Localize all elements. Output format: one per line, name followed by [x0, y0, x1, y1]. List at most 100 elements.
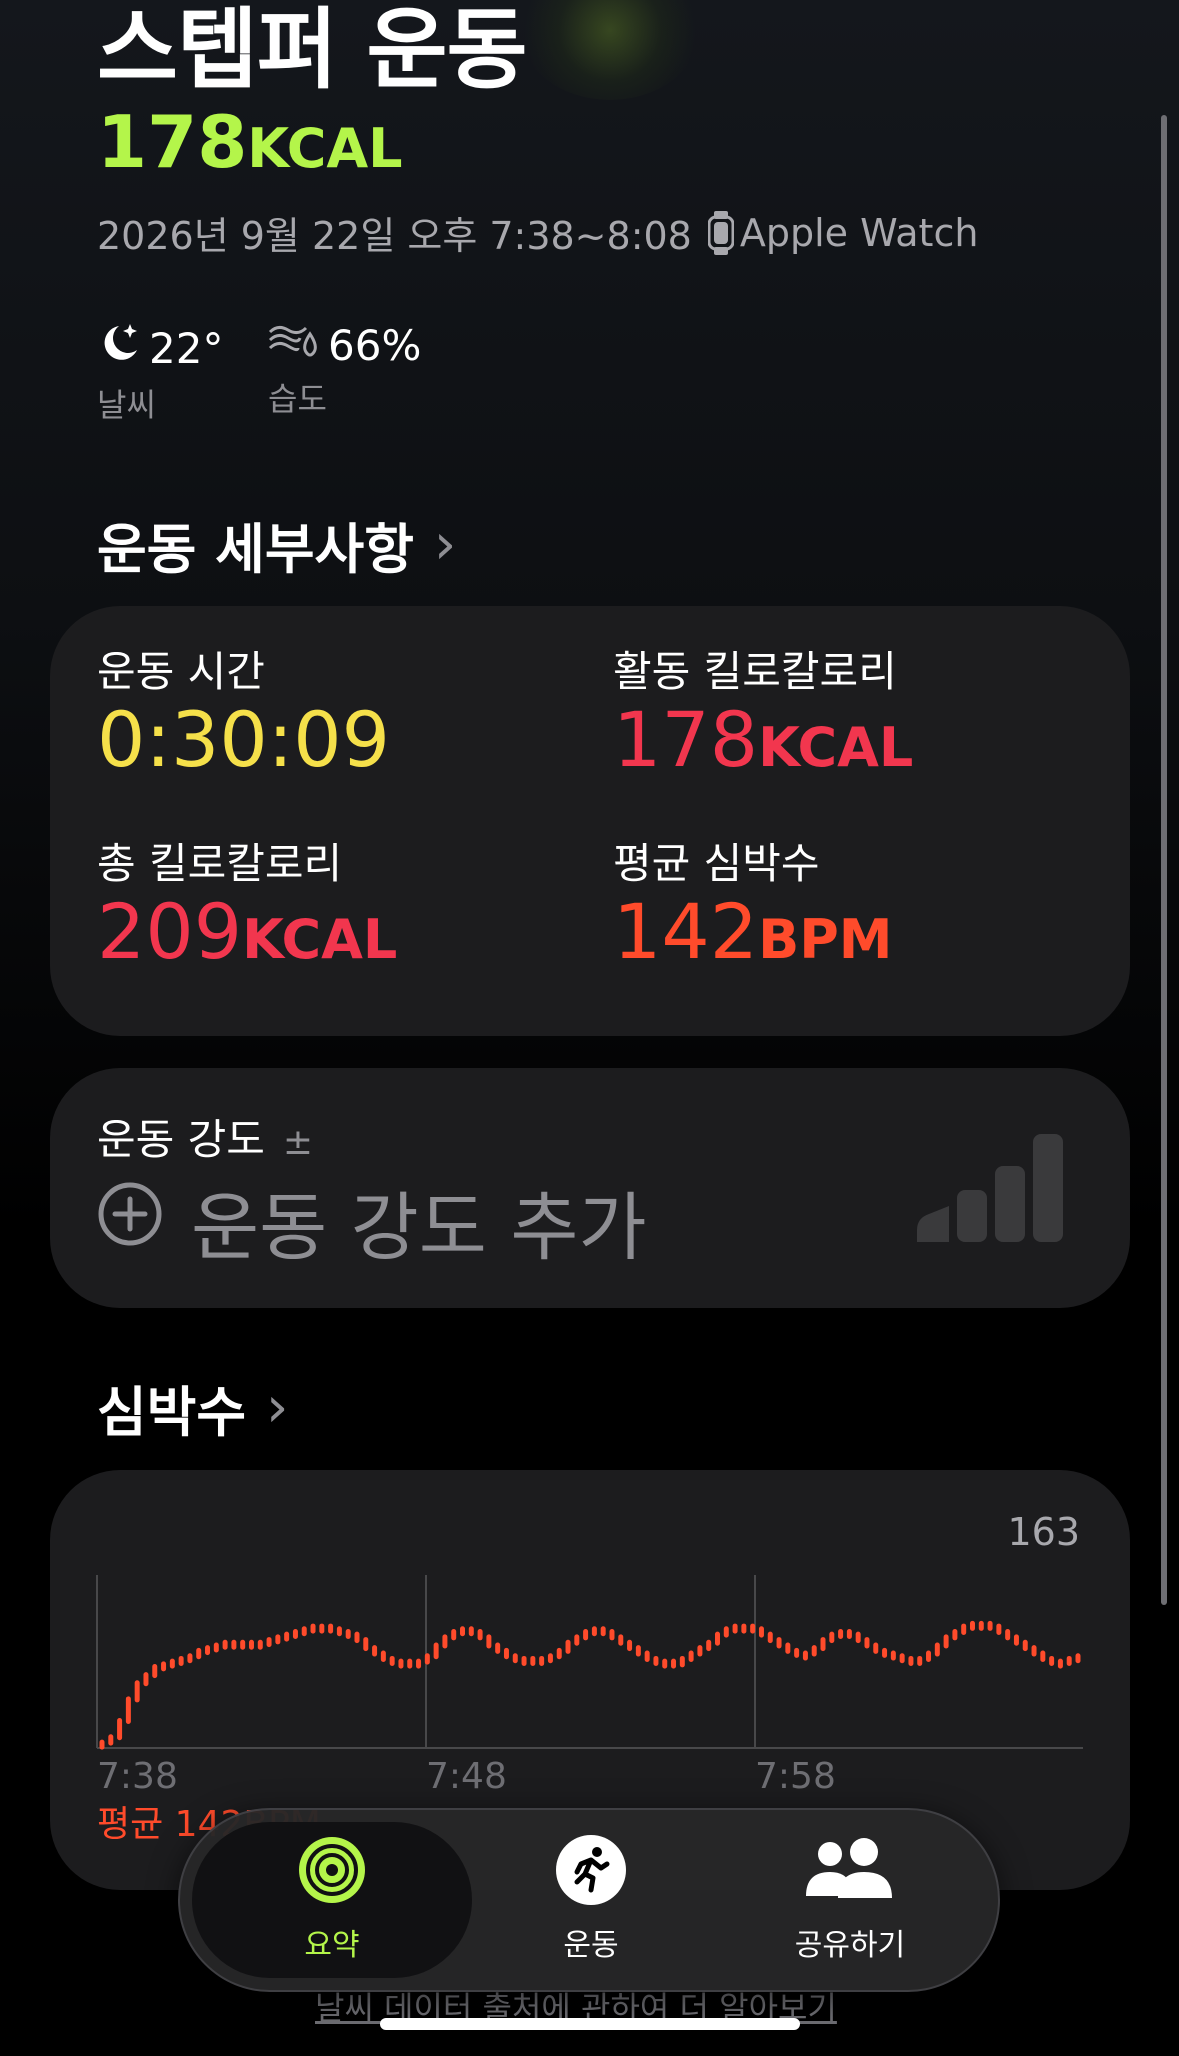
tab-workouts[interactable]: 운동 — [491, 1834, 691, 1964]
hr-data-point — [301, 1626, 307, 1637]
hr-data-point — [187, 1653, 193, 1664]
hr-data-point — [416, 1658, 422, 1669]
hr-data-point — [758, 1626, 764, 1638]
tab-workouts-label: 운동 — [563, 1928, 619, 1963]
hr-data-point — [583, 1628, 589, 1641]
workout-details-title: 운동 세부사항 — [97, 518, 414, 581]
hr-data-point — [574, 1634, 580, 1646]
hr-data-point — [275, 1634, 281, 1645]
metric-value: 0:30:09 — [97, 698, 390, 782]
hr-data-point — [565, 1639, 571, 1654]
hr-data-point — [829, 1631, 835, 1644]
hr-data-point — [407, 1658, 413, 1669]
hr-data-point — [741, 1623, 747, 1634]
hr-data-point — [811, 1645, 817, 1657]
home-indicator[interactable] — [380, 2018, 800, 2030]
hr-data-point — [196, 1647, 202, 1660]
hr-data-point — [882, 1647, 888, 1658]
heart-rate-header[interactable]: 심박수 › — [97, 1368, 288, 1447]
metric-label: 운동 시간 — [97, 647, 265, 696]
metric-number: 178 — [613, 695, 759, 784]
plus-minus-icon: ± — [282, 1122, 314, 1163]
hr-data-point — [873, 1642, 879, 1654]
hr-data-point — [679, 1655, 685, 1668]
hr-data-point — [222, 1639, 228, 1650]
hr-data-point — [635, 1645, 641, 1657]
hr-data-point — [372, 1645, 378, 1657]
hr-data-point — [169, 1658, 175, 1669]
hr-data-point — [662, 1658, 668, 1669]
hr-data-point — [688, 1650, 694, 1662]
hr-data-point — [117, 1718, 123, 1741]
hr-data-point — [1022, 1639, 1028, 1652]
metric-number: 0:30:09 — [97, 695, 390, 784]
hr-data-point — [591, 1626, 597, 1637]
hr-data-point — [609, 1628, 615, 1641]
workout-details-header[interactable]: 운동 세부사항 › — [97, 505, 456, 584]
hr-data-point — [231, 1639, 237, 1650]
weather-humidity-value: 66% — [328, 320, 422, 370]
hr-data-point — [292, 1628, 298, 1639]
hr-data-point — [600, 1626, 606, 1637]
hr-data-point — [161, 1661, 167, 1672]
hr-data-point — [1005, 1628, 1011, 1641]
metric-unit: KCAL — [758, 716, 914, 779]
scrollbar[interactable] — [1161, 115, 1167, 1605]
hr-data-point — [248, 1639, 254, 1650]
hr-data-point — [108, 1734, 114, 1746]
hr-data-point — [134, 1680, 140, 1703]
hr-data-point — [468, 1626, 474, 1637]
metric-label: 활동 킬로칼로리 — [613, 647, 897, 696]
weather-humidity: 66% 습도 — [268, 320, 421, 420]
hr-data-point — [380, 1650, 386, 1662]
title-kcal: 178KCAL — [97, 100, 403, 191]
hr-data-point — [802, 1650, 808, 1661]
hr-data-point — [714, 1631, 720, 1646]
workout-device: Apple Watch — [739, 210, 979, 255]
hr-data-point — [240, 1639, 246, 1650]
hr-data-point — [961, 1623, 967, 1635]
hr-data-point — [398, 1658, 404, 1669]
hr-data-point — [969, 1620, 975, 1631]
workout-details-card[interactable]: 운동 시간 0:30:09 활동 킬로칼로리 178KCAL 총 킬로칼로리 2… — [50, 606, 1130, 1036]
hr-data-point — [996, 1623, 1002, 1635]
hr-data-point — [460, 1626, 466, 1637]
hr-data-point — [152, 1664, 158, 1679]
hr-data-point — [846, 1628, 852, 1639]
workout-summary-screen: 스텝퍼 운동 178KCAL 2026년 9월 22일 오후 7:38~8:08… — [0, 0, 1179, 2056]
add-effort-button[interactable]: 운동 강도 추가 — [97, 1168, 647, 1275]
hr-data-point — [442, 1634, 448, 1649]
weather-temp-value: 22° — [149, 323, 224, 373]
hr-data-point — [319, 1623, 325, 1634]
hr-data-point — [433, 1642, 439, 1660]
workout-meta: 2026년 9월 22일 오후 7:38~8:08 Apple Watch — [97, 205, 978, 260]
hr-data-point — [424, 1653, 430, 1665]
hr-data-point — [890, 1650, 896, 1661]
metric-label: 평균 심박수 — [613, 839, 820, 888]
hr-data-point — [767, 1631, 773, 1644]
hr-data-point — [864, 1637, 870, 1649]
hr-data-point — [785, 1642, 791, 1654]
weather-humidity-label: 습도 — [268, 380, 327, 418]
metric-value: 209KCAL — [97, 890, 397, 982]
hr-data-point — [556, 1647, 562, 1660]
hr-data-point — [495, 1642, 501, 1654]
effort-meter-icon — [915, 1130, 1065, 1246]
x-tick-label: 7:38 — [97, 1756, 178, 1797]
metric-value: 142BPM — [613, 890, 893, 982]
tab-summary[interactable]: 요약 — [232, 1834, 432, 1964]
hr-data-point — [547, 1653, 553, 1664]
hr-data-point — [776, 1637, 782, 1649]
tab-sharing[interactable]: 공유하기 — [750, 1834, 950, 1964]
hr-data-point — [838, 1628, 844, 1639]
hr-data-point — [1057, 1658, 1063, 1669]
weather-temp: 22° 날씨 — [97, 320, 223, 426]
hr-data-point — [99, 1739, 105, 1750]
hr-data-point — [266, 1637, 272, 1648]
effort-card[interactable]: 운동 강도 ± 운동 강도 추가 — [50, 1068, 1130, 1308]
hr-data-point — [618, 1634, 624, 1646]
activity-glow — [520, 0, 700, 100]
hr-data-point — [178, 1655, 184, 1666]
hr-data-point — [653, 1655, 659, 1666]
hr-data-point — [354, 1631, 360, 1644]
